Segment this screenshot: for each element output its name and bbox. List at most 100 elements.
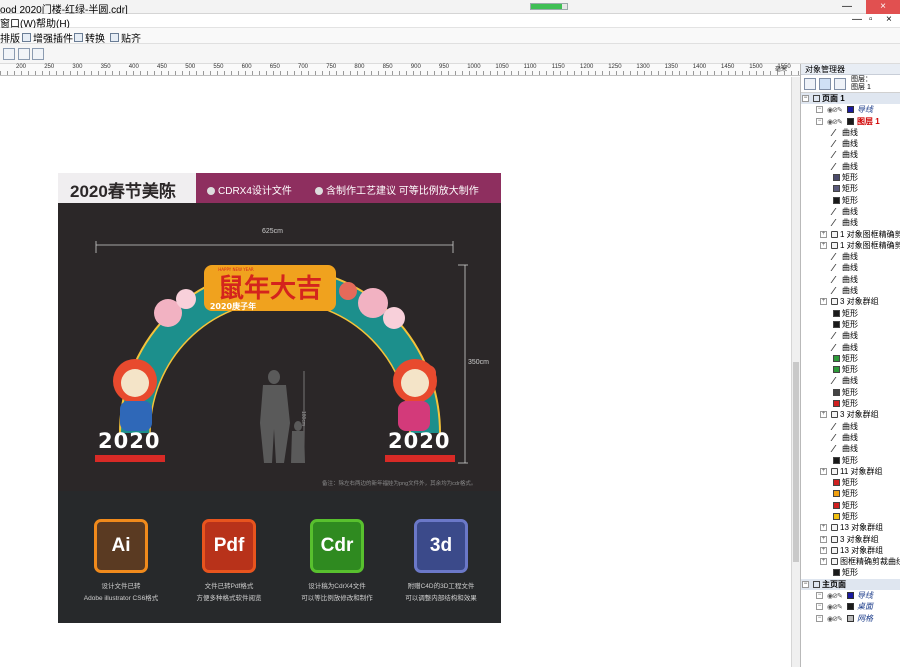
layer-info-1: 图层： — [851, 76, 872, 83]
tree-row[interactable]: 曲线 — [801, 274, 900, 285]
expand-toggle-icon[interactable]: + — [820, 535, 827, 543]
ungroup-icon[interactable] — [18, 48, 30, 60]
tree-row[interactable]: 曲线 — [801, 127, 900, 138]
tree-row[interactable]: 曲线 — [801, 443, 900, 454]
ruler-tick-label: 500 — [185, 64, 196, 70]
tree-row[interactable]: 矩形 — [801, 511, 900, 522]
tree-row[interactable]: 矩形 — [801, 183, 900, 194]
layer-visibility-icon[interactable]: ◉⊘✎ — [827, 614, 843, 625]
tree-row[interactable]: 矩形 — [801, 500, 900, 511]
expand-toggle-icon[interactable]: − — [802, 95, 809, 102]
tree-row[interactable]: 曲线 — [801, 161, 900, 172]
tree-row[interactable]: 矩形 — [801, 195, 900, 206]
title-bar: ood 2020门楼-红绿-半圆.cdr] — × — [0, 0, 900, 16]
tree-row-label: 曲线 — [842, 331, 858, 341]
vertical-scrollbar[interactable] — [791, 77, 800, 667]
expand-toggle-icon[interactable]: + — [820, 524, 827, 532]
expand-toggle-icon[interactable]: − — [816, 603, 823, 611]
tree-row[interactable]: − 页面 1 — [801, 93, 900, 105]
tree-row[interactable]: + 图框精确剪裁曲线 — [801, 556, 900, 567]
tree-row[interactable]: 曲线 — [801, 285, 900, 296]
tree-row[interactable]: − ◉⊘✎ 图层 1 — [801, 116, 900, 127]
expand-toggle-icon[interactable]: − — [816, 614, 823, 622]
ruler-tick-label: 650 — [269, 64, 280, 70]
expand-toggle-icon[interactable]: − — [816, 592, 823, 600]
tree-row[interactable]: − ◉⊘✎ 导线 — [801, 590, 900, 601]
tree-row[interactable]: +1 对象图框精确剪 — [801, 240, 900, 251]
tree-row[interactable]: − 主页面 — [801, 578, 900, 591]
tree-row[interactable]: 矩形 — [801, 398, 900, 409]
show-properties-icon[interactable] — [804, 78, 816, 90]
expand-toggle-icon[interactable]: − — [816, 106, 823, 114]
width-dimension-label: 625cm — [262, 228, 284, 235]
tree-row[interactable]: 矩形 — [801, 455, 900, 466]
tree-row[interactable]: 曲线 — [801, 330, 900, 341]
tree-row[interactable]: 矩形 — [801, 172, 900, 183]
tree-row[interactable]: 曲线 — [801, 149, 900, 160]
toolbar-layout[interactable]: 排版 — [0, 30, 20, 45]
toolbar: 排版 增强插件 转换 贴齐 — [0, 28, 900, 45]
doc-minimize-button[interactable]: — — [852, 14, 862, 25]
format-ai-desc-2: Adobe illustrator CS6格式 — [83, 595, 159, 602]
align-icon[interactable] — [3, 48, 15, 60]
tree-row[interactable]: 矩形 — [801, 387, 900, 398]
tree-row[interactable]: 曲线 — [801, 138, 900, 149]
expand-toggle-icon[interactable]: + — [820, 546, 827, 554]
scrollbar-thumb[interactable] — [793, 362, 799, 562]
tree-row[interactable]: 矩形 — [801, 353, 900, 364]
tree-row[interactable]: − ◉⊘✎ 桌面 — [801, 601, 900, 612]
expand-toggle-icon[interactable]: + — [820, 230, 827, 238]
artwork-note: 备注：除左右两边的新年福娃为png文件外，其余均为cdr格式。 — [322, 481, 477, 487]
minimize-button[interactable]: — — [830, 0, 864, 14]
tree-row[interactable]: +11 对象群组 — [801, 466, 900, 477]
toolbar-convert[interactable]: 转换 — [74, 30, 105, 45]
close-button[interactable]: × — [866, 0, 900, 14]
expand-toggle-icon[interactable]: + — [820, 558, 827, 566]
expand-toggle-icon[interactable]: + — [820, 411, 827, 419]
tree-row-label: 矩形 — [842, 173, 858, 183]
tree-row[interactable]: +1 对象图框精确剪 — [801, 229, 900, 240]
expand-toggle-icon[interactable]: + — [820, 298, 827, 306]
doc-close-button[interactable]: × — [886, 14, 892, 25]
tree-row[interactable]: 曲线 — [801, 375, 900, 386]
layer-manager-icon[interactable] — [834, 78, 846, 90]
tree-row[interactable]: +3 对象群组 — [801, 534, 900, 545]
ruler-tick-label: 250 — [44, 64, 55, 70]
combine-icon[interactable] — [32, 48, 44, 60]
toolbar-convert-label: 转换 — [85, 34, 105, 45]
tree-row[interactable]: +3 对象群组 — [801, 296, 900, 307]
tree-row-label: 曲线 — [842, 161, 858, 171]
tree-row[interactable]: 矩形 — [801, 364, 900, 375]
tree-row[interactable]: 曲线 — [801, 432, 900, 443]
expand-toggle-icon[interactable]: + — [820, 241, 827, 249]
expand-toggle-icon[interactable]: − — [802, 580, 809, 588]
tree-row[interactable]: 矩形 — [801, 319, 900, 330]
tree-row-label: 曲线 — [842, 206, 858, 216]
tree-row[interactable]: 矩形 — [801, 477, 900, 488]
tree-row[interactable]: 曲线 — [801, 251, 900, 262]
toolbar-snap[interactable]: 贴齐 — [110, 30, 141, 45]
tree-row[interactable]: 曲线 — [801, 421, 900, 432]
tree-row[interactable]: 曲线 — [801, 342, 900, 353]
tree-row[interactable]: 矩形 — [801, 308, 900, 319]
curve-icon — [830, 287, 839, 295]
edit-across-layers-icon[interactable] — [819, 78, 831, 90]
expand-toggle-icon[interactable]: + — [820, 467, 827, 475]
tree-row[interactable]: 曲线 — [801, 206, 900, 217]
tree-row[interactable]: − ◉⊘✎ 网格 — [801, 613, 900, 624]
format-3d-desc-2: 可以调整内部结构和效果 — [405, 595, 477, 602]
tree-row[interactable]: 曲线 — [801, 217, 900, 228]
adult-silhouette — [260, 385, 290, 463]
artwork-board[interactable]: 2020春节美陈 CDRX4设计文件 含制作工艺建议 可等比例放大制作 鼠年大吉… — [58, 173, 501, 623]
tree-row[interactable]: 矩形 — [801, 567, 900, 578]
tree-row[interactable]: +13 对象群组 — [801, 545, 900, 556]
expand-toggle-icon[interactable]: − — [816, 117, 823, 125]
tree-row[interactable]: +3 对象群组 — [801, 409, 900, 420]
tree-row[interactable]: 曲线 — [801, 262, 900, 273]
tree-row[interactable]: +13 对象群组 — [801, 522, 900, 533]
horizontal-ruler[interactable]: 200 250 300 350 400 450 500 550 600 650 700 750 800 8… — [0, 64, 800, 76]
tree-row[interactable]: − ◉⊘✎ 导线 — [801, 104, 900, 115]
doc-restore-button[interactable]: ▫ — [869, 14, 873, 25]
tree-row[interactable]: 矩形 — [801, 488, 900, 499]
toolbar-plugins[interactable]: 增强插件 — [22, 30, 73, 45]
